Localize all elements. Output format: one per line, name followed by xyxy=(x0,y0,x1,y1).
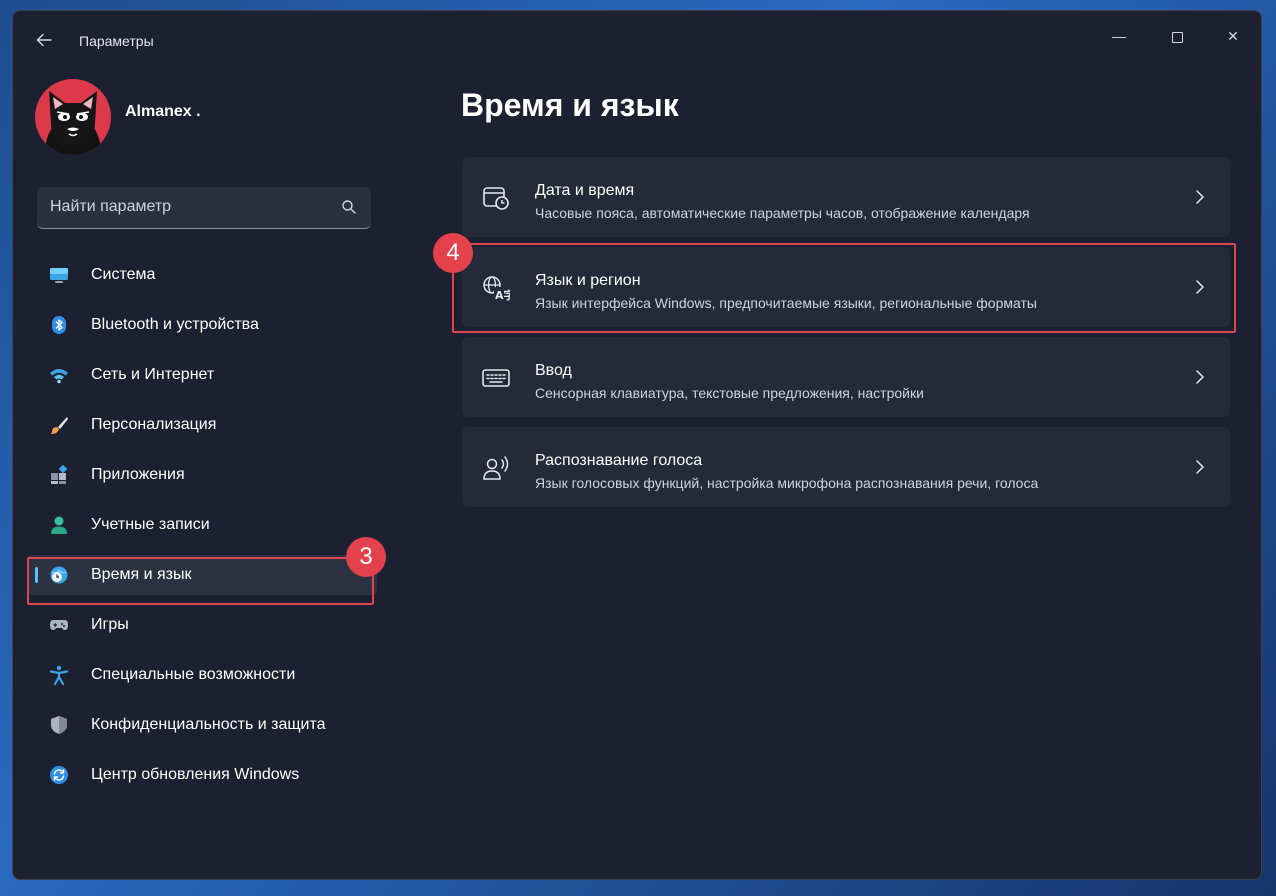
svg-text:A字: A字 xyxy=(495,288,510,301)
settings-list: Дата и время Часовые пояса, автоматическ… xyxy=(462,157,1230,517)
card-subtitle: Часовые пояса, автоматические параметры … xyxy=(535,205,1030,221)
sidebar-item-accessibility[interactable]: Специальные возможности xyxy=(27,655,377,695)
apps-icon xyxy=(51,465,68,484)
card-title: Дата и время xyxy=(535,182,635,199)
card-subtitle: Язык голосовых функций, настройка микроф… xyxy=(535,475,1039,491)
chevron-right-icon xyxy=(1196,370,1204,384)
sidebar-item-label: Игры xyxy=(91,616,129,633)
brush-icon xyxy=(51,417,68,434)
close-button[interactable]: ✕ xyxy=(1213,21,1253,51)
accessibility-icon xyxy=(49,665,69,685)
cat-avatar-icon xyxy=(45,91,101,155)
search-input[interactable] xyxy=(37,187,337,227)
sidebar-item-apps[interactable]: Приложения xyxy=(27,455,377,495)
user-name: Almanex . xyxy=(125,103,201,120)
search-icon[interactable] xyxy=(341,199,357,215)
sidebar-item-label: Учетные записи xyxy=(91,516,210,533)
sidebar-item-gaming[interactable]: Игры xyxy=(27,605,377,645)
sidebar-item-network[interactable]: Сеть и Интернет xyxy=(27,355,377,395)
settings-window: Параметры — ✕ Almanex . Найти параметр С… xyxy=(12,10,1262,880)
sidebar-item-label: Центр обновления Windows xyxy=(91,766,300,783)
minimize-button[interactable]: — xyxy=(1099,21,1139,51)
back-button[interactable] xyxy=(35,31,55,51)
language-icon: A字 xyxy=(483,276,510,301)
chevron-right-icon xyxy=(1196,460,1204,474)
bluetooth-icon xyxy=(52,316,66,334)
back-arrow-icon xyxy=(36,33,52,47)
maximize-icon xyxy=(1171,31,1183,43)
card-subtitle: Сенсорная клавиатура, текстовые предложе… xyxy=(535,385,924,401)
sidebar-item-time-language[interactable]: Время и язык xyxy=(27,555,377,595)
chevron-right-icon xyxy=(1196,190,1204,204)
avatar[interactable] xyxy=(35,79,111,155)
sidebar-item-privacy[interactable]: Конфиденциальность и защита xyxy=(27,705,377,745)
keyboard-icon xyxy=(482,369,510,387)
step-badge-4: 4 xyxy=(433,233,473,273)
card-title: Распознавание голоса xyxy=(535,452,703,469)
sidebar-item-label: Bluetooth и устройства xyxy=(91,316,259,333)
sidebar-item-system[interactable]: Система xyxy=(27,255,377,295)
sidebar-item-personalization[interactable]: Персонализация xyxy=(27,405,377,445)
card-title: Ввод xyxy=(535,362,572,379)
wifi-icon xyxy=(50,369,68,384)
card-date-time[interactable]: Дата и время Часовые пояса, автоматическ… xyxy=(462,157,1230,237)
monitor-icon xyxy=(50,268,68,283)
sidebar-item-label: Время и язык xyxy=(91,566,192,583)
search-box[interactable] xyxy=(37,187,371,229)
sidebar-item-label: Система xyxy=(91,266,156,283)
shield-icon xyxy=(51,716,67,734)
card-language-region[interactable]: A字 Язык и регион Язык интерфейса Windows… xyxy=(462,247,1230,327)
sidebar-nav: Система Bluetooth и устройства Сеть и Ин… xyxy=(27,255,377,805)
voice-icon xyxy=(483,456,509,480)
card-typing[interactable]: Ввод Сенсорная клавиатура, текстовые пре… xyxy=(462,337,1230,417)
sidebar-item-label: Конфиденциальность и защита xyxy=(91,716,326,733)
chevron-right-icon xyxy=(1196,280,1204,294)
card-speech[interactable]: Распознавание голоса Язык голосовых функ… xyxy=(462,427,1230,507)
title-bar: Параметры — ✕ xyxy=(13,11,1261,51)
maximize-button[interactable] xyxy=(1157,21,1197,51)
sidebar-item-label: Сеть и Интернет xyxy=(91,366,215,383)
person-icon xyxy=(51,516,67,534)
step-badge-3: 3 xyxy=(346,537,386,577)
update-icon xyxy=(50,766,68,784)
sidebar-item-label: Приложения xyxy=(91,466,185,483)
app-title: Параметры xyxy=(79,33,154,49)
active-indicator xyxy=(35,567,38,583)
calendar-clock-icon xyxy=(483,187,509,210)
gamepad-icon xyxy=(50,620,68,630)
sidebar-item-windows-update[interactable]: Центр обновления Windows xyxy=(27,755,377,795)
sidebar-item-accounts[interactable]: Учетные записи xyxy=(27,505,377,545)
sidebar-item-label: Специальные возможности xyxy=(91,666,296,683)
page-title: Время и язык xyxy=(461,87,679,123)
globe-clock-icon xyxy=(50,566,68,584)
sidebar-item-label: Персонализация xyxy=(91,416,217,433)
sidebar-item-bluetooth[interactable]: Bluetooth и устройства xyxy=(27,305,377,345)
card-title: Язык и регион xyxy=(535,272,641,289)
card-subtitle: Язык интерфейса Windows, предпочитаемые … xyxy=(535,295,1037,311)
